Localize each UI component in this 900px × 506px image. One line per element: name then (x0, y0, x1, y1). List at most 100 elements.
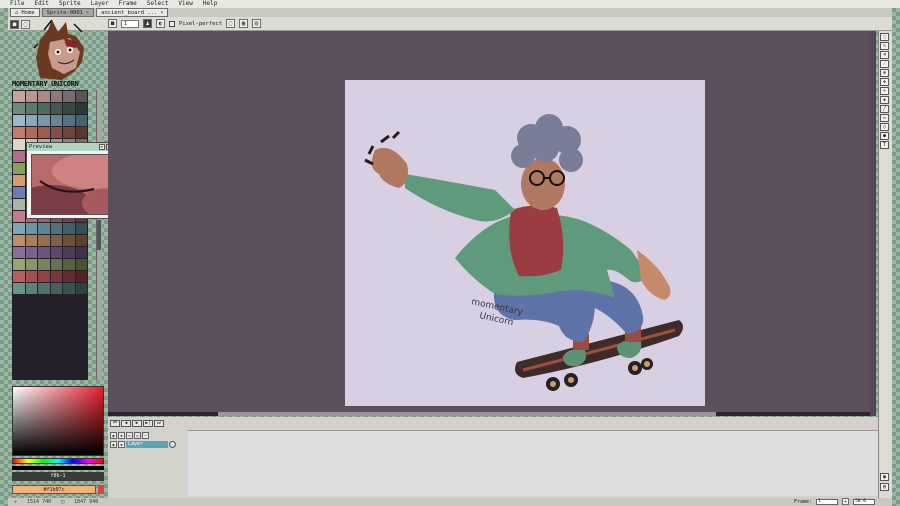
menu-select[interactable]: Select (147, 0, 169, 8)
palette-swatch[interactable] (63, 103, 75, 114)
frame-input[interactable]: 1 (816, 498, 839, 505)
palette-swatch[interactable] (63, 127, 75, 138)
symmetry-h-button[interactable]: ▣ (239, 19, 249, 28)
hand-tool-icon[interactable]: ✥ (880, 78, 889, 86)
menu-frame[interactable]: Frame (119, 0, 137, 8)
symmetry-v-button[interactable]: ▤ (252, 19, 262, 28)
tab-home[interactable]: ⌂ Home (10, 8, 40, 17)
palette-swatch[interactable] (63, 259, 75, 270)
options-icon[interactable]: ⋯ (142, 431, 149, 439)
palette-swatch[interactable] (38, 115, 50, 126)
palette-swatch[interactable] (13, 103, 25, 114)
lock-icon[interactable]: ▪ (118, 431, 125, 439)
palette-swatch[interactable] (13, 127, 25, 138)
tab-sprite-0001[interactable]: Sprite-0001 × (41, 8, 95, 17)
vertical-scrollbar[interactable] (870, 31, 876, 416)
palette-swatch[interactable] (25, 91, 37, 102)
prev-frame-button[interactable]: ◀ (121, 420, 131, 427)
first-frame-button[interactable]: ⏮ (110, 420, 120, 427)
palette-swatch[interactable] (75, 271, 87, 282)
palette-swatch[interactable] (13, 151, 25, 162)
color-spectrum[interactable] (12, 386, 104, 456)
menu-help[interactable]: Help (203, 0, 217, 8)
palette-swatch[interactable] (38, 91, 50, 102)
menu-edit[interactable]: Edit (34, 0, 48, 8)
brush-type-button[interactable]: ■ (108, 19, 117, 28)
onion-skin-icon[interactable]: ◎ (134, 431, 141, 439)
palette-swatch[interactable] (38, 271, 50, 282)
palette-swatch[interactable] (13, 259, 25, 270)
zoom-icon[interactable]: + (842, 498, 850, 505)
color-hex-field[interactable]: f8b-1 (12, 472, 104, 481)
blur-tool-icon[interactable]: ● (880, 132, 889, 140)
palette-swatch[interactable] (63, 283, 75, 294)
palette-swatch[interactable] (75, 115, 87, 126)
menu-sprite[interactable]: Sprite (59, 0, 81, 8)
ellipse-tool-icon[interactable]: ◯ (880, 123, 889, 131)
palette-swatch[interactable] (50, 259, 62, 270)
alpha-slider[interactable] (12, 466, 104, 470)
foreground-color-bar[interactable]: #f1b07c (12, 485, 96, 494)
palette-swatch[interactable] (25, 103, 37, 114)
layer-row[interactable]: ◉ ▪ Layer (110, 440, 186, 448)
line-tool-icon[interactable]: ╱ (880, 105, 889, 113)
pixel-perfect-checkbox[interactable] (169, 20, 175, 27)
menu-layer[interactable]: Layer (91, 0, 109, 8)
palette-swatch[interactable] (75, 223, 87, 234)
close-icon[interactable]: × (160, 10, 163, 16)
brush-size-input[interactable]: 1 (121, 19, 139, 28)
palette-swatch[interactable] (13, 91, 25, 102)
hue-slider[interactable] (12, 458, 104, 464)
preview-toggle-icon[interactable]: ▣ (880, 473, 889, 481)
eye-icon[interactable]: ◉ (110, 440, 117, 448)
text-tool-icon[interactable]: T (880, 141, 889, 149)
palette-swatch[interactable] (38, 259, 50, 270)
cel-icon[interactable] (169, 440, 176, 448)
link-icon[interactable]: ∞ (126, 431, 133, 439)
palette-swatch[interactable] (63, 223, 75, 234)
palette-swatch[interactable] (13, 175, 25, 186)
timeline-toggle-icon[interactable]: ▤ (880, 483, 889, 491)
ink-button[interactable]: ♟ (143, 19, 152, 28)
palette-swatch[interactable] (13, 211, 25, 222)
eyedropper-tool-icon[interactable]: ⁄ (880, 60, 889, 68)
next-frame-button[interactable]: ▶| (143, 420, 153, 427)
menu-view[interactable]: View (178, 0, 192, 8)
palette-swatch[interactable] (13, 139, 25, 150)
palette-swatch[interactable] (63, 91, 75, 102)
palette-swatch[interactable] (13, 223, 25, 234)
palette-swatch[interactable] (75, 247, 87, 258)
palette-swatch[interactable] (25, 127, 37, 138)
palette-swatch[interactable] (13, 271, 25, 282)
tab-ancient-board[interactable]: ancient_board ... × (96, 8, 169, 17)
palette-swatch[interactable] (50, 127, 62, 138)
palette-swatch[interactable] (13, 283, 25, 294)
palette-swatch[interactable] (25, 235, 37, 246)
bg-swatch-button[interactable]: □ (21, 20, 30, 29)
palette-swatch[interactable] (50, 115, 62, 126)
palette-swatch[interactable] (38, 127, 50, 138)
fill-tool-icon[interactable]: ◈ (880, 96, 889, 104)
layer-name[interactable]: Layer (126, 440, 168, 448)
palette-swatch[interactable] (75, 235, 87, 246)
zoom-input[interactable]: 50.0 (853, 498, 876, 505)
palette-swatch[interactable] (13, 163, 25, 174)
palette-swatch[interactable] (25, 271, 37, 282)
horizontal-scroll-thumb[interactable] (218, 412, 716, 416)
palette-swatch[interactable] (38, 283, 50, 294)
zoom-tool-icon[interactable]: ⊕ (880, 69, 889, 77)
palette-swatch[interactable] (75, 283, 87, 294)
palette-swatch[interactable] (25, 283, 37, 294)
palette-swatch[interactable] (63, 271, 75, 282)
palette-swatch[interactable] (13, 115, 25, 126)
sprite-canvas[interactable]: momentary Unicorn (345, 80, 705, 406)
marquee-tool-icon[interactable]: ⬚ (880, 33, 889, 41)
palette-swatch[interactable] (38, 247, 50, 258)
palette-swatch[interactable] (63, 247, 75, 258)
palette-swatch[interactable] (25, 259, 37, 270)
palette-swatch[interactable] (50, 223, 62, 234)
palette-swatch[interactable] (50, 235, 62, 246)
symmetry-button[interactable]: ▢ (226, 19, 236, 28)
eraser-tool-icon[interactable]: ⌫ (880, 51, 889, 59)
palette-swatch[interactable] (13, 187, 25, 198)
